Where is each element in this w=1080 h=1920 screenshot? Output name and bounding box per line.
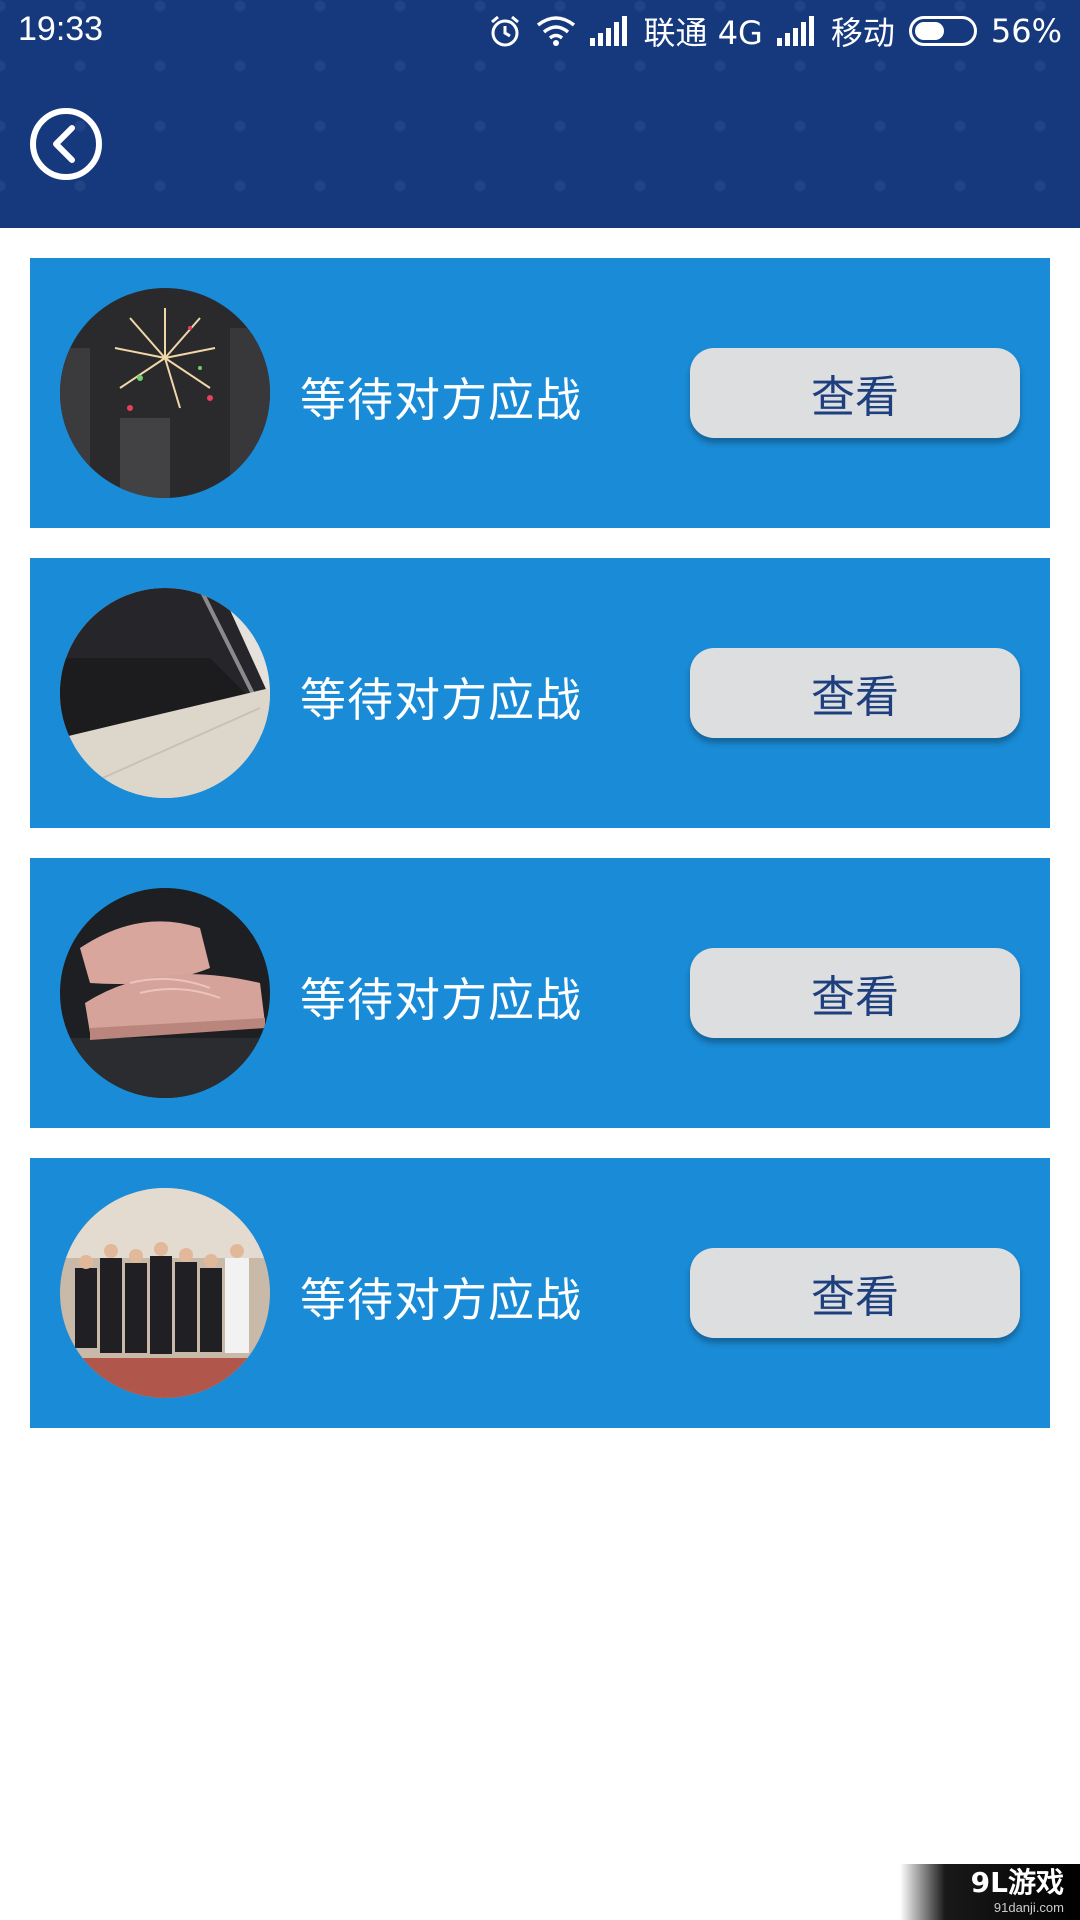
view-button[interactable]: 查看 — [690, 1248, 1020, 1338]
fireworks-photo — [60, 288, 270, 498]
top-app-bar: 19:33 联通 4G 移动 56% — [0, 0, 1080, 228]
battery-percent: 56% — [990, 12, 1062, 50]
view-button[interactable]: 查看 — [690, 648, 1020, 738]
avatar — [60, 588, 270, 798]
group-photo — [60, 1188, 270, 1398]
carrier-2: 移动 — [830, 14, 895, 52]
status-bar: 19:33 联通 4G 移动 56% — [0, 0, 1080, 60]
view-button[interactable]: 查看 — [690, 348, 1020, 438]
challenge-card: 等待对方应战 查看 — [30, 1158, 1050, 1428]
watermark-logo: 9L游戏 — [970, 1866, 1064, 1899]
back-circle-icon — [30, 108, 102, 180]
challenge-list: 等待对方应战 查看 等待对方应战 查看 等待对方应战 查看 等待对方应战 查看 — [30, 258, 1050, 1458]
status-icons: 联通 4G 移动 56% — [488, 8, 1062, 54]
challenge-status: 等待对方应战 — [300, 1273, 582, 1327]
avatar — [60, 888, 270, 1098]
challenge-card: 等待对方应战 查看 — [30, 558, 1050, 828]
avatar — [60, 288, 270, 498]
challenge-card: 等待对方应战 查看 — [30, 858, 1050, 1128]
view-button[interactable]: 查看 — [690, 948, 1020, 1038]
challenge-status: 等待对方应战 — [300, 673, 582, 727]
challenge-status: 等待对方应战 — [300, 373, 582, 427]
challenge-status: 等待对方应战 — [300, 973, 582, 1027]
signal-icon — [776, 16, 817, 46]
carrier-1: 联通 4G — [643, 14, 763, 52]
status-time: 19:33 — [18, 10, 104, 48]
chair-photo — [60, 588, 270, 798]
back-button[interactable] — [28, 106, 104, 182]
watermark: 9L游戏 91danji.com — [900, 1864, 1080, 1920]
avatar — [60, 1188, 270, 1398]
signal-icon — [589, 16, 630, 46]
battery-icon — [908, 16, 977, 46]
challenge-card: 等待对方应战 查看 — [30, 258, 1050, 528]
alarm-icon — [488, 14, 522, 48]
sneakers-photo — [60, 888, 270, 1098]
wifi-icon — [536, 15, 576, 47]
watermark-url: 91danji.com — [993, 1900, 1064, 1915]
